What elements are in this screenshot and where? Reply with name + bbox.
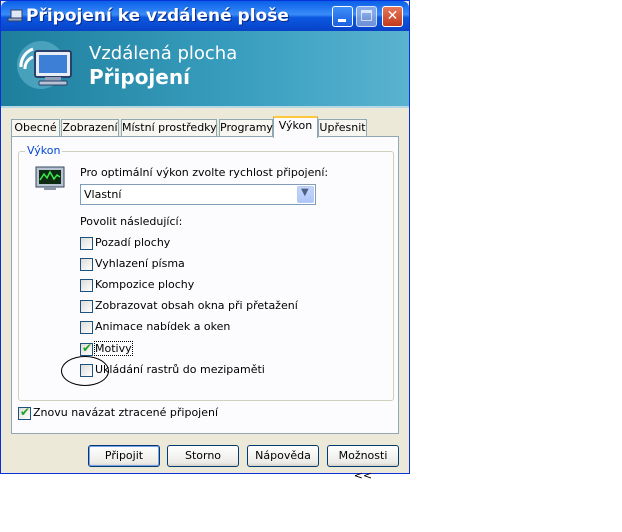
reconnect-label: Znovu navázat ztracené připojení (33, 406, 219, 419)
tab-obecne[interactable]: Obecné (11, 119, 60, 137)
chevron-down-icon: ▼ (301, 187, 309, 198)
option-label: Ukládání rastrů do mezipaměti (95, 363, 265, 376)
tab-vykon[interactable]: Výkon (273, 116, 318, 138)
tab-programy[interactable]: Programy (219, 119, 273, 137)
annotation-circle (61, 356, 109, 386)
tab-mistni-prostredky[interactable]: Místní prostředky (121, 119, 217, 137)
option-label: Zobrazovat obsah okna při přetažení (95, 299, 298, 312)
remote-desktop-dialog: Připojení ke vzdálené ploše ✕ Vzdálená p… (0, 0, 410, 482)
checkbox-checked[interactable]: ✔ (80, 341, 93, 356)
header-banner: Vzdálená plocha Připojení (1, 31, 409, 108)
tab-upresnit[interactable]: Upřesnit (318, 119, 367, 137)
checkmark-icon: ✔ (20, 405, 31, 419)
options-button[interactable]: Možnosti << (327, 445, 399, 482)
remote-desktop-title-icon (7, 9, 23, 22)
checkbox[interactable] (80, 258, 93, 271)
performance-monitor-icon (35, 166, 65, 190)
minimize-button[interactable] (332, 6, 353, 27)
remote-desktop-icon (17, 41, 72, 89)
help-button[interactable]: Nápověda (247, 445, 319, 467)
tab-panel-vykon: Výkon Pro optimální výkon zvolte rychlos… (11, 136, 399, 434)
speed-prompt-label: Pro optimální výkon zvolte rychlost přip… (80, 166, 329, 179)
dropdown-button[interactable]: ▼ (297, 186, 314, 203)
checkbox[interactable] (80, 300, 93, 313)
performance-legend: Výkon (25, 144, 63, 157)
option-label: Kompozice plochy (95, 278, 195, 291)
cancel-button[interactable]: Storno (167, 445, 239, 467)
connect-button[interactable]: Připojit (88, 445, 160, 467)
banner-title: Vzdálená plocha (89, 43, 238, 64)
connection-speed-select[interactable]: Vlastní ▼ (80, 184, 316, 205)
checkbox-checked[interactable]: ✔ (18, 405, 31, 420)
checkbox[interactable] (80, 321, 93, 334)
option-label: Pozadí plochy (95, 236, 171, 249)
checkbox[interactable] (80, 237, 93, 250)
option-label: Vyhlazení písma (95, 257, 185, 270)
window-title: Připojení ke vzdálené ploše (26, 6, 289, 26)
option-label: Animace nabídek a oken (95, 320, 231, 333)
close-button[interactable]: ✕ (382, 6, 403, 27)
checkbox[interactable] (80, 279, 93, 292)
allow-following-label: Povolit následující: (80, 215, 183, 228)
tab-zobrazeni[interactable]: Zobrazení (61, 119, 119, 137)
close-icon: ✕ (386, 8, 399, 24)
checkmark-icon: ✔ (82, 341, 93, 355)
title-bar[interactable]: Připojení ke vzdálené ploše ✕ (1, 1, 409, 31)
option-label: Motivy (94, 341, 133, 356)
banner-subtitle: Připojení (89, 65, 190, 89)
maximize-button[interactable] (356, 6, 377, 27)
connection-speed-value: Vlastní (84, 188, 122, 201)
